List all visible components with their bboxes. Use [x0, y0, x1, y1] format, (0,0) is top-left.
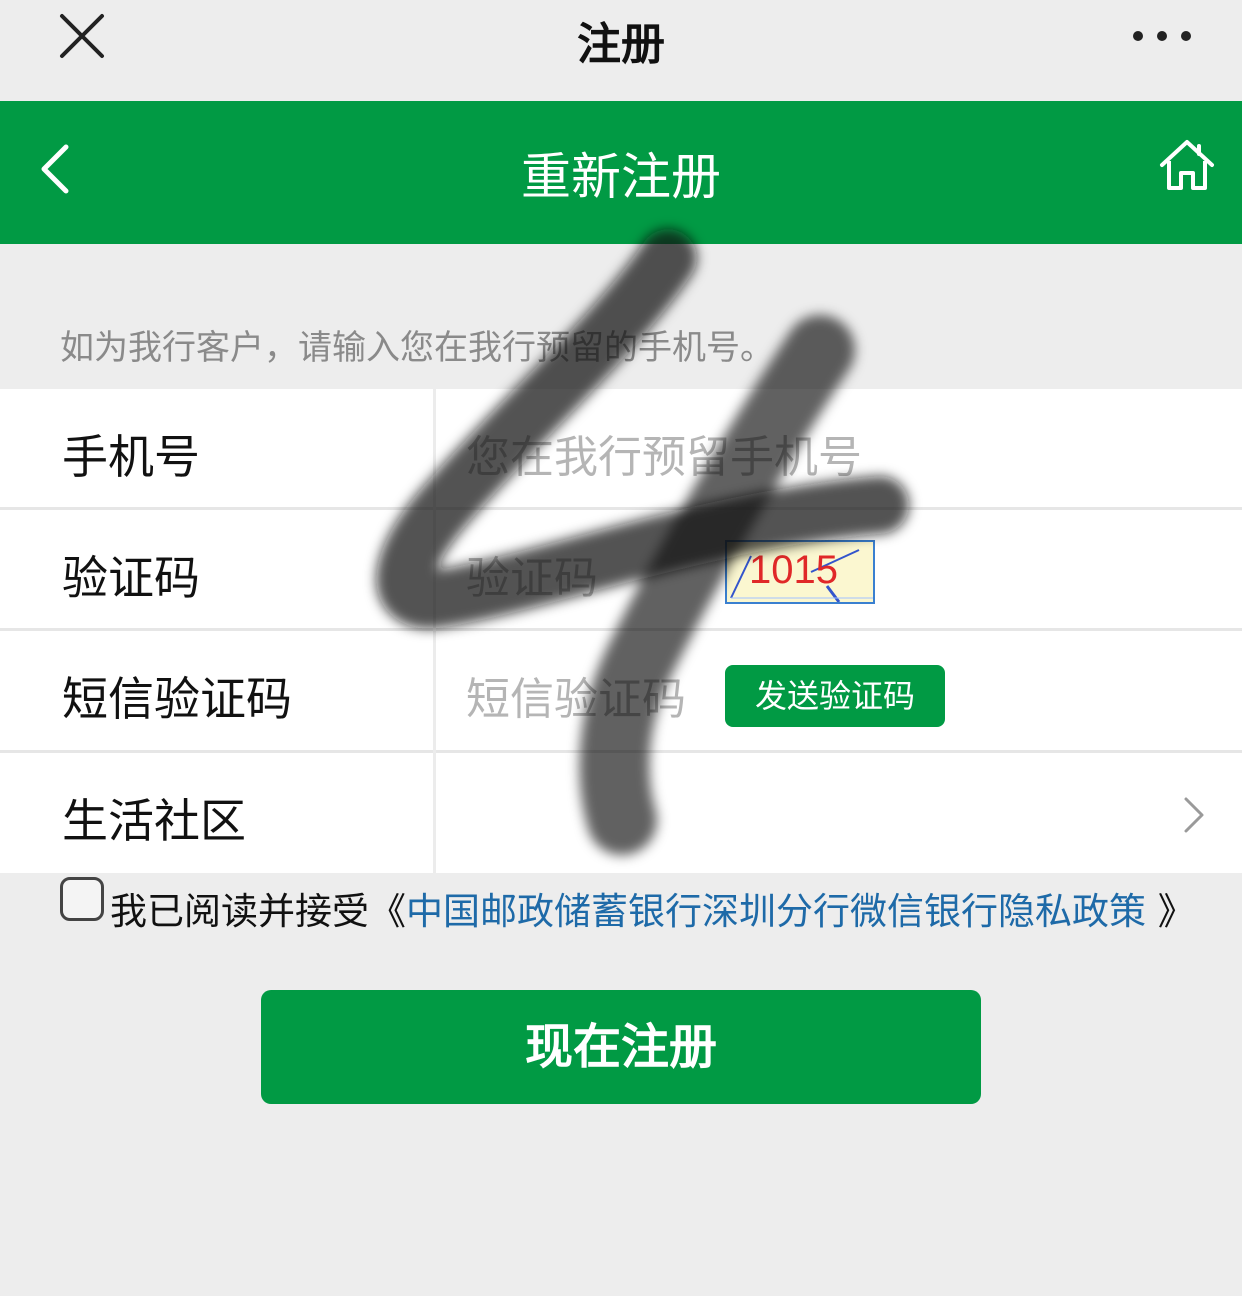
agreement-checkbox[interactable] — [60, 877, 104, 921]
column-divider — [433, 389, 436, 873]
register-button[interactable]: 现在注册 — [261, 990, 981, 1104]
phone-input[interactable]: 您在我行预留手机号 — [466, 421, 862, 485]
home-icon[interactable] — [1158, 137, 1216, 193]
agreement-prefix: 我已阅读并接受《 — [110, 890, 406, 933]
captcha-text: 1015 — [749, 548, 838, 592]
chevron-right-icon — [1184, 797, 1204, 833]
header-title: 重新注册 — [521, 148, 721, 206]
more-icon[interactable] — [1130, 26, 1194, 46]
community-label: 生活社区 — [62, 794, 246, 848]
agreement-text: 我已阅读并接受《中国邮政储蓄银行深圳分行微信银行隐私政策 》 — [110, 881, 1195, 935]
hint-text: 如为我行客户，请输入您在我行预留的手机号。 — [60, 328, 774, 368]
page-title: 注册 — [577, 19, 665, 70]
app-header: 重新注册 — [0, 101, 1242, 244]
agreement: 我已阅读并接受《中国邮政储蓄银行深圳分行微信银行隐私政策 》 — [60, 877, 1230, 937]
send-code-button[interactable]: 发送验证码 — [725, 665, 945, 727]
sms-label: 短信验证码 — [62, 672, 292, 726]
phone-row: 手机号 您在我行预留手机号 — [0, 389, 1242, 507]
captcha-input[interactable]: 验证码 — [466, 542, 598, 606]
agreement-suffix: 》 — [1146, 890, 1195, 933]
community-row[interactable]: 生活社区 — [0, 753, 1242, 871]
sms-input[interactable]: 短信验证码 — [466, 663, 686, 727]
captcha-label: 验证码 — [62, 551, 200, 605]
wechat-title-bar: 注册 — [0, 0, 1242, 101]
privacy-policy-link[interactable]: 中国邮政储蓄银行深圳分行微信银行隐私政策 — [406, 890, 1146, 933]
sms-row: 短信验证码 短信验证码 发送验证码 — [0, 631, 1242, 749]
phone-label: 手机号 — [62, 430, 200, 484]
captcha-image[interactable]: 1015 — [725, 540, 875, 604]
captcha-row: 验证码 验证码 1015 — [0, 510, 1242, 628]
register-form: 手机号 您在我行预留手机号 验证码 验证码 1015 短信验证码 短信验证码 发… — [0, 389, 1242, 873]
register-page: 注册 重新注册 如为我行客户，请输入您在我行预留的手机号。 手机号 您在我行预留… — [0, 0, 1242, 1296]
